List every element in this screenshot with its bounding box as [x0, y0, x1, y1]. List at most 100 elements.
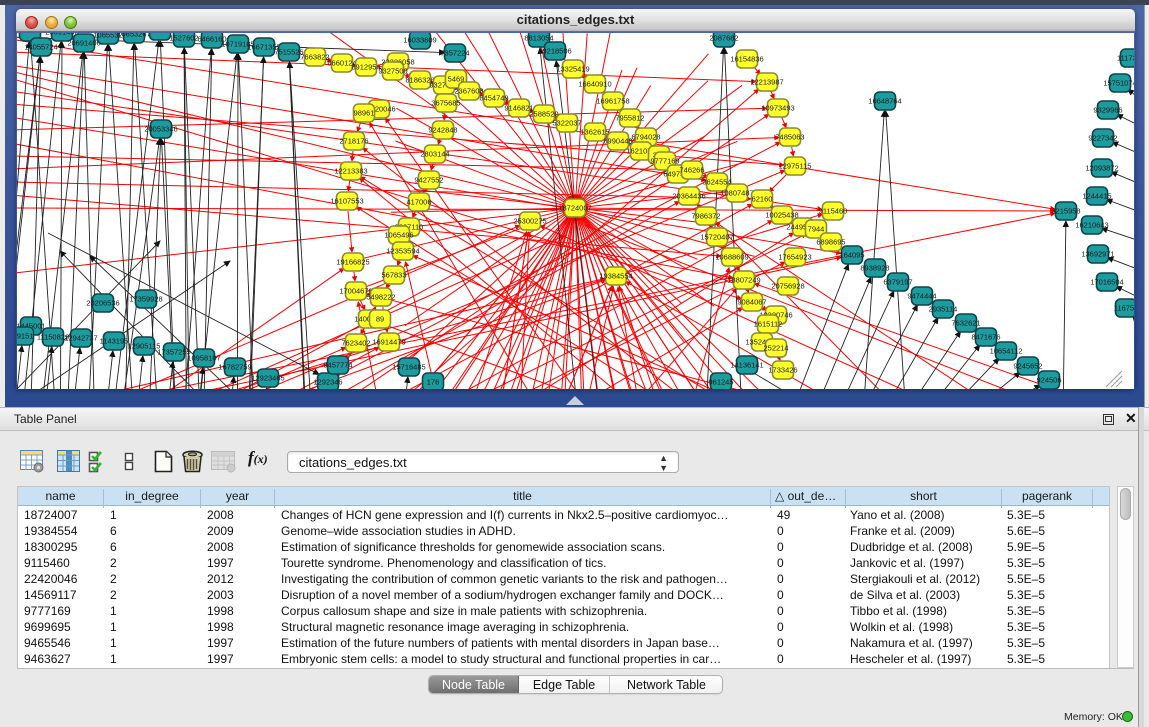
svg-text:16107553: 16107553	[330, 197, 363, 206]
svg-text:9245652: 9245652	[1013, 362, 1042, 371]
svg-text:15720407: 15720407	[700, 233, 733, 242]
svg-text:164095: 164095	[839, 251, 864, 260]
svg-text:7623402: 7623402	[341, 339, 370, 348]
svg-text:116753: 116753	[1114, 304, 1134, 313]
svg-text:12353594: 12353594	[386, 247, 419, 256]
svg-text:16961758: 16961758	[596, 97, 629, 106]
svg-text:18807249: 18807249	[727, 276, 760, 285]
svg-text:20364436: 20364436	[672, 192, 705, 201]
svg-text:8471676: 8471676	[971, 333, 1000, 342]
svg-text:14136141: 14136141	[730, 361, 763, 370]
svg-text:10807487: 10807487	[720, 189, 753, 198]
svg-text:1143195: 1143195	[100, 337, 129, 346]
svg-text:12942737: 12942737	[64, 334, 97, 343]
svg-text:10654112: 10654112	[990, 347, 1023, 356]
svg-text:2087682: 2087682	[709, 34, 738, 43]
svg-text:16782759: 16782759	[218, 363, 251, 372]
svg-text:3675685: 3675685	[431, 99, 460, 108]
svg-text:7515526: 7515526	[274, 48, 303, 57]
svg-text:7986372: 7986372	[691, 212, 720, 221]
svg-text:16033809: 16033809	[403, 36, 436, 45]
svg-text:8813054: 8813054	[524, 34, 553, 43]
svg-text:8938928: 8938928	[860, 264, 889, 273]
svg-text:2803144: 2803144	[420, 150, 449, 159]
svg-text:9329966: 9329966	[1093, 106, 1122, 115]
svg-text:13692971: 13692971	[1081, 250, 1114, 259]
svg-text:567833: 567833	[381, 271, 406, 280]
svg-text:20053346: 20053346	[144, 125, 177, 134]
svg-text:5498222: 5498222	[366, 293, 395, 302]
svg-text:10958107: 10958107	[187, 354, 220, 363]
svg-text:2718176: 2718176	[339, 137, 368, 146]
svg-text:62160: 62160	[752, 195, 773, 204]
svg-text:2935114: 2935114	[929, 305, 958, 314]
svg-text:12093872: 12093872	[1085, 164, 1118, 173]
svg-text:1065496: 1065496	[384, 231, 413, 240]
svg-text:1733426: 1733426	[768, 366, 797, 375]
svg-text:9227342: 9227342	[1088, 134, 1117, 143]
svg-text:7955812: 7955812	[615, 114, 644, 123]
svg-text:15751074: 15751074	[1103, 79, 1134, 88]
svg-text:12213383: 12213383	[334, 167, 367, 176]
svg-text:89: 89	[376, 315, 384, 324]
svg-text:9474444: 9474444	[907, 292, 936, 301]
svg-text:6898695: 6898695	[816, 238, 845, 247]
svg-text:98961: 98961	[354, 109, 375, 118]
svg-text:10973493: 10973493	[761, 104, 794, 113]
svg-text:9777169: 9777169	[650, 157, 679, 166]
svg-text:9457774: 9457774	[323, 361, 352, 370]
svg-text:19166825: 19166825	[336, 258, 369, 267]
svg-text:9427552: 9427552	[414, 176, 443, 185]
svg-text:1527602: 1527602	[169, 34, 198, 43]
svg-text:1615112: 1615112	[754, 320, 783, 329]
svg-text:20691406: 20691406	[67, 39, 100, 48]
svg-text:2588520: 2588520	[529, 110, 558, 119]
svg-text:7485063: 7485063	[775, 133, 804, 142]
svg-text:17359928: 17359928	[129, 295, 162, 304]
svg-text:9084067: 9084067	[737, 298, 766, 307]
svg-text:7632621: 7632621	[951, 319, 980, 328]
svg-text:7944: 7944	[808, 225, 825, 234]
svg-text:10025438: 10025438	[765, 211, 798, 220]
svg-text:13325419: 13325419	[556, 65, 589, 74]
svg-text:9242848: 9242848	[428, 126, 457, 135]
svg-text:746266: 746266	[679, 166, 704, 175]
svg-text:1117362: 1117362	[1117, 54, 1134, 63]
svg-text:12923465: 12923465	[251, 374, 284, 383]
svg-text:3215958: 3215958	[1051, 207, 1080, 216]
svg-text:1292346: 1292346	[313, 378, 342, 387]
svg-text:14055724: 14055724	[24, 43, 57, 52]
svg-text:17654923: 17654923	[778, 253, 811, 262]
svg-text:20206536: 20206536	[86, 299, 119, 308]
svg-text:8454749: 8454749	[479, 94, 508, 103]
svg-text:9327500: 9327500	[378, 67, 407, 76]
svg-text:25300275: 25300275	[513, 217, 546, 226]
svg-text:12213987: 12213987	[750, 78, 783, 87]
svg-text:12975115: 12975115	[779, 162, 812, 171]
svg-text:17016504: 17016504	[1090, 278, 1123, 287]
svg-text:8990448: 8990448	[603, 137, 632, 146]
svg-text:417006: 417006	[406, 198, 431, 207]
svg-text:6794028: 6794028	[631, 133, 660, 142]
svg-text:7663822: 7663822	[300, 53, 329, 62]
svg-text:1362615: 1362615	[580, 128, 609, 137]
svg-text:39151: 39151	[17, 332, 33, 341]
svg-text:16648764: 16648764	[868, 97, 901, 106]
svg-text:9115460: 9115460	[819, 207, 848, 216]
svg-text:18724007: 18724007	[558, 204, 591, 213]
svg-text:19384554: 19384554	[599, 272, 632, 281]
svg-text:252214: 252214	[763, 344, 788, 353]
svg-text:6379197: 6379197	[883, 278, 912, 287]
svg-text:7357224: 7357224	[440, 49, 469, 58]
svg-text:8912954: 8912954	[351, 63, 380, 72]
svg-text:10688609: 10688609	[715, 253, 748, 262]
svg-text:5322037: 5322037	[552, 119, 581, 128]
svg-text:17357255: 17357255	[157, 348, 190, 357]
svg-text:15716485: 15716485	[392, 363, 425, 372]
svg-text:16154836: 16154836	[730, 55, 763, 64]
svg-text:19218506: 19218506	[538, 47, 571, 56]
svg-text:16210643: 16210643	[1075, 221, 1108, 230]
svg-text:20756928: 20756928	[771, 282, 804, 291]
svg-text:961245: 961245	[708, 378, 733, 387]
svg-text:16914479: 16914479	[372, 338, 405, 347]
